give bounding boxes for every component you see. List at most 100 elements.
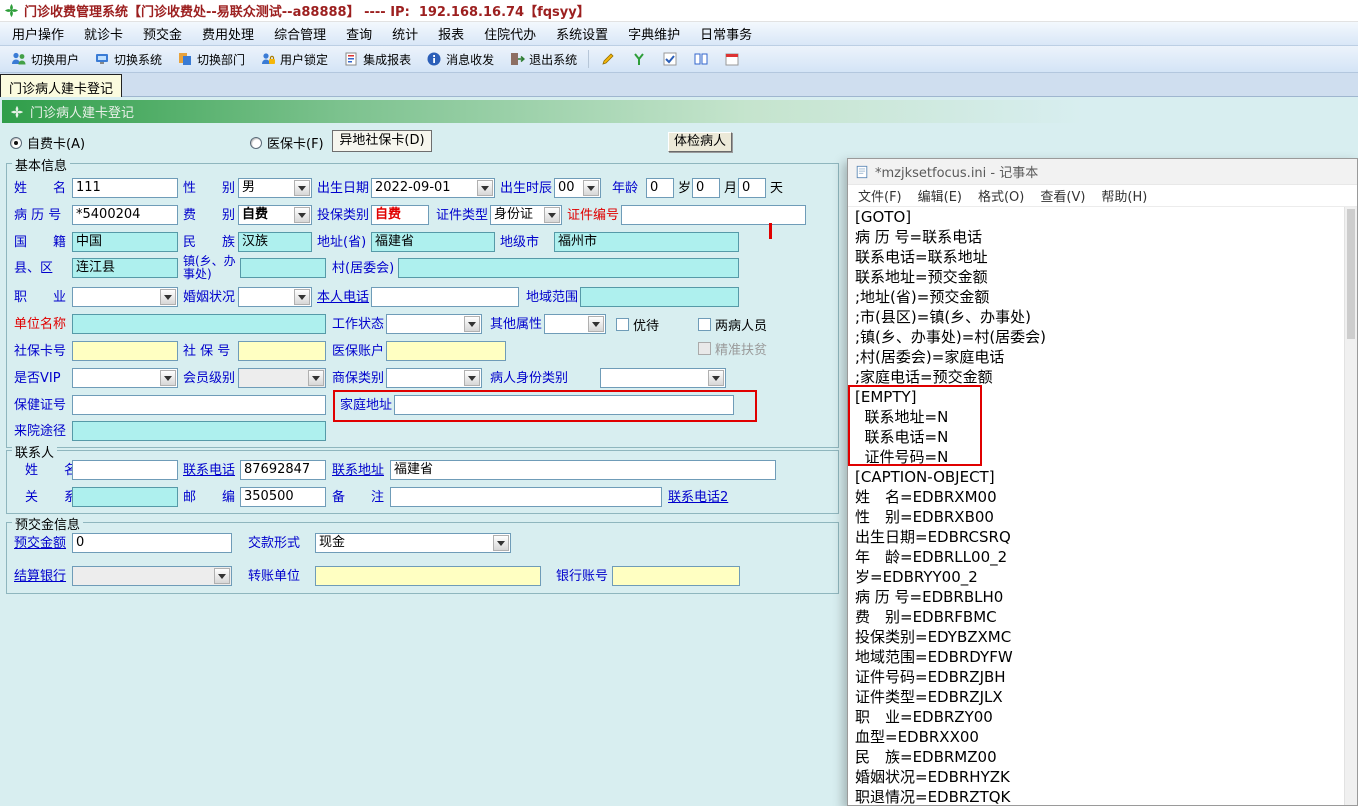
vip-select[interactable]	[72, 368, 178, 388]
personal-phone-input[interactable]	[371, 287, 519, 307]
two-disease-checkbox[interactable]: 两病人员	[698, 314, 767, 334]
toolbar-tool-button[interactable]	[624, 48, 654, 70]
notepad-menu-item[interactable]: 查看(V)	[1032, 186, 1093, 205]
notepad-scrollbar[interactable]	[1344, 207, 1357, 805]
contact-address-label[interactable]: 联系地址	[332, 460, 384, 481]
chevron-down-icon[interactable]	[294, 207, 310, 223]
age-months-input[interactable]: 0	[692, 178, 720, 198]
contact-address-input[interactable]: 福建省	[390, 460, 776, 480]
nationality-input[interactable]: 中国	[72, 232, 178, 252]
other-attr-select[interactable]	[544, 314, 606, 334]
birthhour-select[interactable]: 00	[554, 178, 601, 198]
menu-item[interactable]: 系统设置	[546, 24, 618, 43]
toolbar-integrated-report-button[interactable]: 集成报表	[336, 48, 418, 71]
marital-status-select[interactable]	[238, 287, 312, 307]
toolbar-calendar-button[interactable]	[717, 48, 747, 70]
menu-item[interactable]: 统计	[382, 24, 428, 43]
name-input[interactable]: 111	[72, 178, 178, 198]
toolbar-messages-button[interactable]: 消息收发	[419, 48, 501, 71]
town-input[interactable]	[240, 258, 326, 278]
chevron-down-icon[interactable]	[588, 316, 604, 332]
birthdate-picker[interactable]: 2022-09-01	[371, 178, 495, 198]
note-input[interactable]	[390, 487, 662, 507]
gender-select[interactable]: 男	[238, 178, 312, 198]
radio-medicare-card[interactable]: 医保卡(F)	[250, 133, 324, 152]
radio-selfpay-card[interactable]: 自费卡(A)	[10, 133, 85, 152]
chevron-down-icon[interactable]	[464, 370, 480, 386]
toolbar-switch-user-button[interactable]: 切换用户	[4, 48, 86, 71]
region-scope-input[interactable]	[580, 287, 739, 307]
village-input[interactable]	[398, 258, 739, 278]
province-input[interactable]: 福建省	[371, 232, 495, 252]
prepay-amount-input[interactable]: 0	[72, 533, 232, 553]
social-card-input[interactable]	[72, 341, 178, 361]
preferential-checkbox[interactable]: 优待	[616, 314, 659, 334]
city-input[interactable]: 福州市	[554, 232, 739, 252]
id-number-input[interactable]	[621, 205, 806, 225]
contact-phone-label[interactable]: 联系电话	[183, 460, 235, 481]
prepay-amount-label[interactable]: 预交金额	[14, 533, 66, 554]
pay-form-select[interactable]: 现金	[315, 533, 511, 553]
remote-social-card-button[interactable]: 异地社保卡(D)	[332, 130, 432, 152]
menu-item[interactable]: 用户操作	[2, 24, 74, 43]
menu-item[interactable]: 查询	[336, 24, 382, 43]
chevron-down-icon[interactable]	[294, 180, 310, 196]
menu-item[interactable]: 预交金	[133, 24, 192, 43]
menu-item[interactable]: 综合管理	[264, 24, 336, 43]
health-cert-input[interactable]	[72, 395, 326, 415]
commercial-insure-select[interactable]	[386, 368, 482, 388]
zip-input[interactable]: 350500	[240, 487, 326, 507]
chevron-down-icon[interactable]	[493, 535, 509, 551]
admission-route-input[interactable]	[72, 421, 326, 441]
work-state-select[interactable]	[386, 314, 482, 334]
id-type-select[interactable]: 身份证	[490, 205, 562, 225]
chevron-down-icon[interactable]	[708, 370, 724, 386]
notepad-menu-item[interactable]: 格式(O)	[970, 186, 1032, 205]
menu-item[interactable]: 住院代办	[474, 24, 546, 43]
chevron-down-icon[interactable]	[294, 289, 310, 305]
notepad-menu-item[interactable]: 帮助(H)	[1093, 186, 1155, 205]
notepad-menu-item[interactable]: 文件(F)	[850, 186, 910, 205]
menu-item[interactable]: 就诊卡	[74, 24, 133, 43]
menu-item[interactable]: 费用处理	[192, 24, 264, 43]
personal-phone-label[interactable]: 本人电话	[317, 287, 369, 308]
menu-item[interactable]: 报表	[428, 24, 474, 43]
checkup-patient-button[interactable]: 体检病人	[668, 132, 732, 152]
toolbar-switch-system-button[interactable]: 切换系统	[87, 48, 169, 71]
settle-bank-label[interactable]: 结算银行	[14, 566, 66, 587]
tab-registration[interactable]: 门诊病人建卡登记	[0, 74, 123, 97]
contact-phone-input[interactable]: 87692847	[240, 460, 326, 480]
contact-phone2-label[interactable]: 联系电话2	[668, 487, 728, 508]
toolbar-switch-department-button[interactable]: 切换部门	[170, 48, 252, 71]
notepad-menu-item[interactable]: 编辑(E)	[910, 186, 970, 205]
occupation-select[interactable]	[72, 287, 178, 307]
toolbar-user-lock-button[interactable]: 用户锁定	[253, 48, 335, 71]
mrn-input[interactable]: *5400204	[72, 205, 178, 225]
notepad-text-area[interactable]: [GOTO] 病 历 号=联系电话 联系电话=联系地址 联系地址=预交金额 ;地…	[848, 207, 1357, 805]
age-years-input[interactable]: 0	[646, 178, 674, 198]
chevron-down-icon[interactable]	[464, 316, 480, 332]
chevron-down-icon[interactable]	[477, 180, 493, 196]
social-no-input[interactable]	[238, 341, 326, 361]
patient-identity-select[interactable]	[600, 368, 726, 388]
county-input[interactable]: 连江县	[72, 258, 178, 278]
chevron-down-icon[interactable]	[583, 180, 599, 196]
age-days-input[interactable]: 0	[738, 178, 766, 198]
toolbar-split-window-button[interactable]	[686, 48, 716, 70]
employer-input[interactable]	[72, 314, 326, 334]
ethnicity-input[interactable]: 汉族	[238, 232, 312, 252]
toolbar-edit-button[interactable]	[593, 48, 623, 70]
chevron-down-icon[interactable]	[160, 370, 176, 386]
fee-type-select[interactable]: 自费	[238, 205, 312, 225]
menu-item[interactable]: 字典维护	[618, 24, 690, 43]
chevron-down-icon[interactable]	[544, 207, 560, 223]
contact-name-input[interactable]	[72, 460, 178, 480]
toolbar-check-button[interactable]	[655, 48, 685, 70]
relation-input[interactable]	[72, 487, 178, 507]
chevron-down-icon[interactable]	[160, 289, 176, 305]
medicare-account-input[interactable]	[386, 341, 506, 361]
toolbar-exit-button[interactable]: 退出系统	[502, 48, 584, 71]
transfer-unit-input[interactable]	[315, 566, 541, 586]
scrollbar-thumb[interactable]	[1347, 209, 1355, 339]
menu-item[interactable]: 日常事务	[690, 24, 762, 43]
